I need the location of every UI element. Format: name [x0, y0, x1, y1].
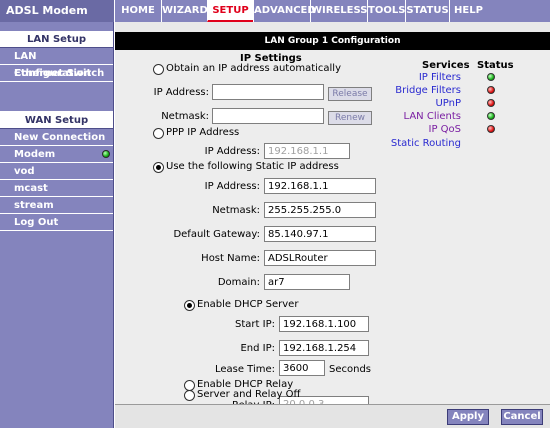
form-footer: Apply Cancel [115, 404, 550, 428]
lease-time-label: Lease Time: [214, 364, 275, 375]
service-link-static-routing[interactable]: Static Routing [365, 138, 461, 149]
upnp-status-icon [487, 99, 495, 107]
radio-static[interactable] [153, 162, 164, 173]
service-link-ip-filters[interactable]: IP Filters [365, 72, 461, 83]
service-link-upnp[interactable]: UPnP [365, 98, 461, 109]
start-ip-label: Start IP: [235, 319, 275, 330]
sidebar-item-modem-label: Modem [14, 149, 56, 160]
service-link-ip-qos[interactable]: IP QoS [365, 124, 462, 135]
sidebar-item-log-out[interactable]: Log Out [0, 214, 113, 231]
static-netmask-input[interactable] [264, 202, 376, 218]
end-ip-label: End IP: [240, 343, 275, 354]
sidebar-header-wan-setup: WAN Setup [0, 112, 113, 129]
sidebar-item-stream[interactable]: stream [0, 197, 113, 214]
tab-help[interactable]: HELP [449, 0, 487, 22]
sidebar-item-lan-configuration[interactable]: LAN Configuration [0, 48, 113, 79]
static-ip-label: IP Address: [204, 181, 260, 192]
ppp-label: PPP IP Address [166, 127, 240, 138]
ppp-ip-label: IP Address: [204, 146, 260, 157]
default-gateway-input[interactable] [264, 226, 376, 242]
services-header: Services [422, 60, 470, 71]
obtain-auto-label: Obtain an IP address automatically [166, 63, 342, 74]
lease-time-input[interactable] [279, 360, 325, 376]
tab-advanced[interactable]: ADVANCED [253, 0, 316, 22]
lan-config-form: IP Settings Obtain an IP address automat… [115, 50, 550, 412]
ppp-ip-input[interactable] [264, 143, 350, 159]
enable-dhcp-server-label: Enable DHCP Server [197, 299, 299, 310]
auto-netmask-label: Netmask: [161, 111, 209, 122]
status-header: Status [477, 60, 514, 71]
tab-home[interactable]: HOME [114, 0, 161, 22]
cancel-button[interactable]: Cancel [501, 409, 543, 425]
page-title: LAN Group 1 Configuration [115, 32, 550, 50]
static-ip-input[interactable] [264, 178, 376, 194]
ip-qos-status-icon [487, 125, 495, 133]
radio-ppp[interactable] [153, 128, 164, 139]
start-ip-input[interactable] [279, 316, 369, 332]
auto-ip-input[interactable] [212, 84, 324, 100]
auto-netmask-input[interactable] [212, 108, 324, 124]
sidebar: LAN Setup LAN Configuration Ethernet Swi… [0, 22, 114, 428]
sidebar-item-vod[interactable]: vod [0, 163, 113, 180]
server-relay-off-label: Server and Relay Off [197, 389, 301, 400]
sidebar-item-mcast[interactable]: mcast [0, 180, 113, 197]
auto-ip-label: IP Address: [153, 87, 209, 98]
lan-clients-status-icon [487, 112, 495, 120]
radio-obtain-auto[interactable] [153, 64, 164, 75]
tab-wizard[interactable]: WIZARD [161, 0, 208, 22]
sidebar-item-ethernet-switch[interactable]: Ethernet Switch [0, 65, 113, 82]
domain-label: Domain: [217, 277, 260, 288]
ip-filters-status-icon [487, 73, 495, 81]
apply-button[interactable]: Apply [447, 409, 489, 425]
radio-server-relay-off[interactable] [184, 390, 195, 401]
lease-time-unit: Seconds [329, 364, 372, 375]
tab-tools[interactable]: TOOLS [367, 0, 405, 22]
sidebar-item-new-connection[interactable]: New Connection [0, 129, 113, 146]
service-link-bridge-filters[interactable]: Bridge Filters [365, 85, 461, 96]
top-nav-bar: ADSL Modem HOME WIZARD SETUP ADVANCED WI… [0, 0, 550, 22]
main-nav: HOME WIZARD SETUP ADVANCED WIRELESS TOOL… [114, 0, 487, 22]
static-label: Use the following Static IP address [166, 161, 339, 172]
radio-enable-dhcp-server[interactable] [184, 300, 195, 311]
bridge-filters-status-icon [487, 86, 495, 94]
domain-input[interactable] [264, 274, 350, 290]
host-name-input[interactable] [264, 250, 376, 266]
static-netmask-label: Netmask: [212, 205, 260, 216]
sidebar-header-lan-setup: LAN Setup [0, 31, 113, 48]
tab-wireless[interactable]: WIRELESS [310, 0, 367, 22]
tab-setup[interactable]: SETUP [207, 0, 253, 22]
sidebar-item-modem[interactable]: Modem [0, 146, 113, 163]
main-panel: LAN Group 1 Configuration IP Settings Ob… [115, 22, 550, 428]
end-ip-input[interactable] [279, 340, 369, 356]
tab-status[interactable]: STATUS [405, 0, 449, 22]
default-gateway-label: Default Gateway: [173, 229, 260, 240]
brand-title: ADSL Modem [0, 0, 114, 22]
host-name-label: Host Name: [201, 253, 260, 264]
modem-status-icon [102, 150, 110, 158]
service-link-lan-clients[interactable]: LAN Clients [365, 111, 461, 122]
